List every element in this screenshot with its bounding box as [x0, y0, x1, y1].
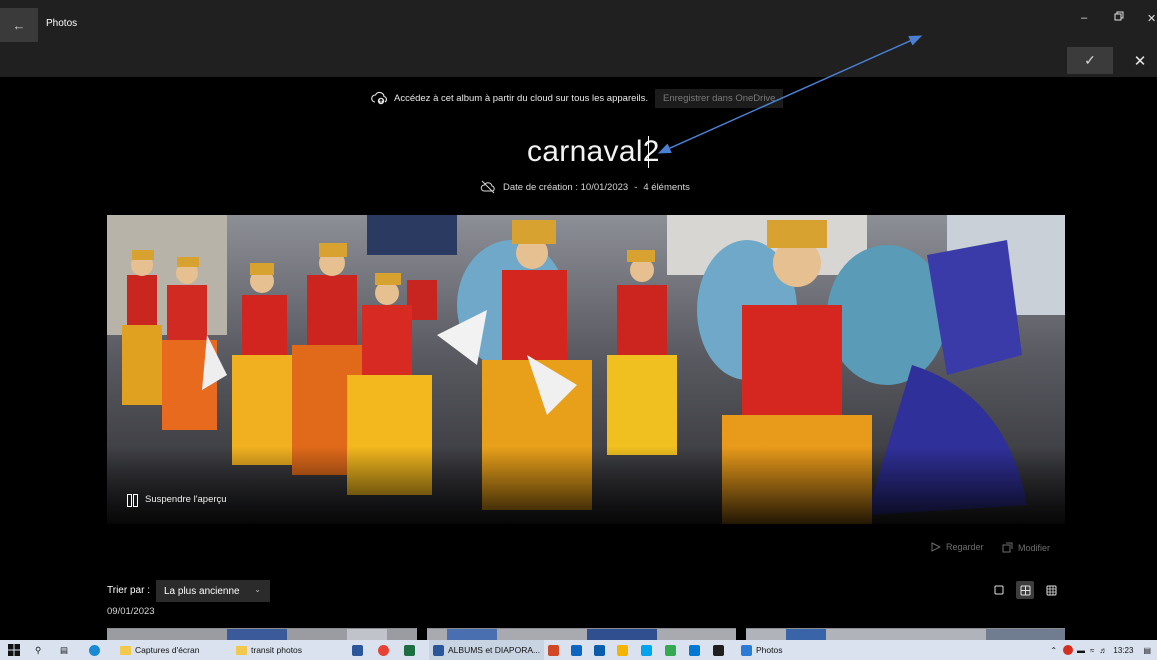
wifi-icon[interactable]: ≈: [1090, 646, 1094, 655]
skype-icon: [641, 644, 652, 656]
windows-taskbar: ⚲ ▤ Captures d'écran transit photos ALBU…: [0, 640, 1157, 660]
notification-icon[interactable]: ▤: [1143, 646, 1151, 655]
taskbar-item-label: transit photos: [251, 645, 303, 655]
taskbar-pinned-app[interactable]: [352, 640, 367, 660]
annotation-arrow: [657, 35, 923, 154]
volume-icon[interactable]: ♬: [1099, 646, 1107, 655]
taskbar-item-label: Captures d'écran: [135, 645, 200, 655]
taskbar-pinned-app[interactable]: [713, 640, 728, 660]
powerpoint-icon: [548, 644, 559, 656]
edge-icon: [89, 644, 100, 656]
app-icon: [594, 644, 605, 656]
taskbar-pinned-app[interactable]: [665, 640, 680, 660]
photos-icon: [741, 644, 752, 656]
chevron-up-icon[interactable]: ⌃: [1050, 646, 1057, 655]
start-button[interactable]: [8, 640, 20, 660]
taskbar-pinned-app[interactable]: [641, 640, 656, 660]
folder-icon: [236, 645, 247, 655]
excel-icon: [404, 644, 415, 656]
search-icon: ⚲: [35, 644, 42, 655]
taskbar-pinned-app[interactable]: [571, 640, 586, 660]
clock[interactable]: 13:23: [1113, 646, 1133, 655]
windows-logo-icon: [8, 644, 20, 656]
taskbar-pinned-app[interactable]: [548, 640, 563, 660]
app-icon: [571, 644, 582, 656]
app-icon: [713, 644, 724, 656]
folder-icon: [120, 645, 131, 655]
taskbar-pinned-app[interactable]: [617, 640, 632, 660]
taskbar-item[interactable]: Captures d'écran: [116, 640, 203, 660]
antivirus-icon[interactable]: [1063, 645, 1074, 655]
word-icon: [433, 644, 444, 656]
taskbar-pinned-app[interactable]: [404, 640, 419, 660]
task-view-icon: ▤: [60, 644, 69, 655]
system-tray: ⌃ ▬ ≈ ♬ 13:23 ▤: [1050, 640, 1151, 660]
app-icon: [689, 644, 700, 656]
taskbar-item[interactable]: transit photos: [232, 640, 306, 660]
taskbar-pinned-app[interactable]: [689, 640, 704, 660]
edge-button[interactable]: [89, 640, 104, 660]
app-icon: [665, 644, 676, 656]
search-button[interactable]: ⚲: [35, 640, 41, 660]
app-icon: [352, 644, 363, 656]
task-view-button[interactable]: ▤: [60, 640, 68, 660]
battery-icon[interactable]: ▬: [1077, 646, 1085, 655]
taskbar-item-label: ALBUMS et DIAPORA...: [448, 645, 541, 655]
taskbar-pinned-app[interactable]: [378, 640, 393, 660]
taskbar-item-label: Photos: [756, 645, 783, 655]
taskbar-pinned-app[interactable]: [594, 640, 609, 660]
chrome-icon: [378, 644, 389, 656]
taskbar-item[interactable]: Photos: [737, 640, 786, 660]
app-icon: [617, 644, 628, 656]
taskbar-item[interactable]: ALBUMS et DIAPORA...: [429, 640, 545, 660]
